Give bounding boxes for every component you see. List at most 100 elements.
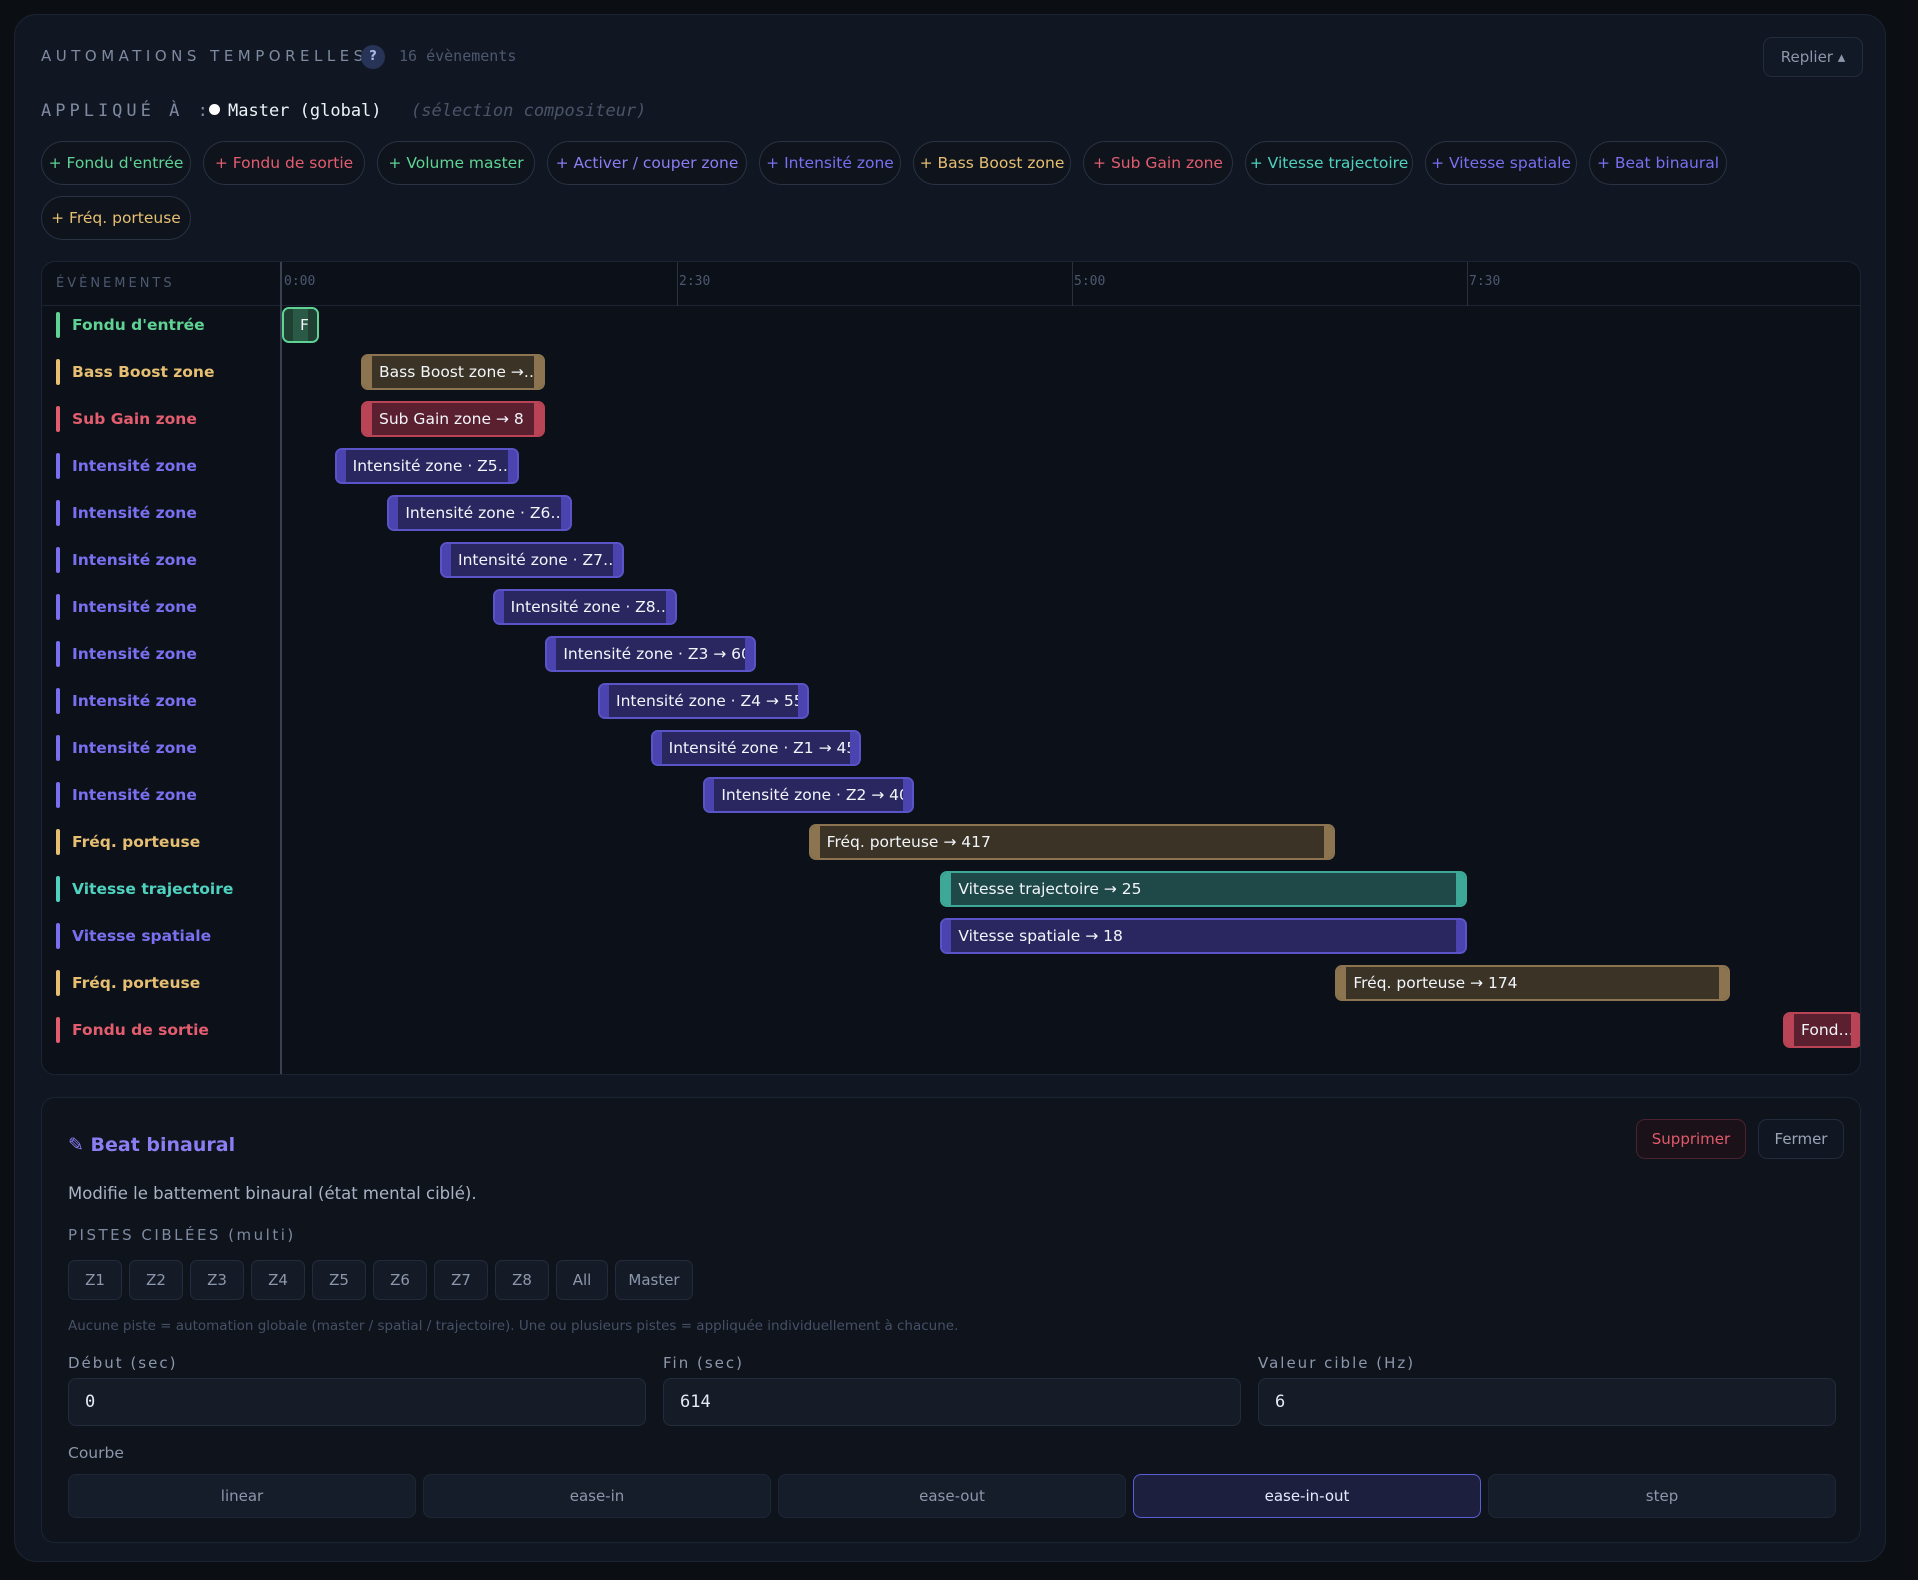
bar-start-handle[interactable]: [442, 544, 451, 576]
bar-end-handle[interactable]: [307, 309, 317, 341]
target-tracks-label: PISTES CIBLÉES (multi): [68, 1226, 296, 1244]
bar-start-handle[interactable]: [1337, 967, 1347, 999]
track-all-button[interactable]: All: [556, 1260, 608, 1300]
bar-end-handle[interactable]: [507, 450, 517, 482]
track-z3-button[interactable]: Z3: [190, 1260, 244, 1300]
track-z2-button[interactable]: Z2: [129, 1260, 183, 1300]
close-button[interactable]: Fermer: [1758, 1119, 1844, 1159]
collapse-button[interactable]: Replier ▴: [1763, 37, 1863, 77]
bar-end-handle[interactable]: [902, 779, 912, 811]
bar-start-handle[interactable]: [1785, 1014, 1794, 1046]
bar-end-handle[interactable]: [797, 685, 807, 717]
track-z4-button[interactable]: Z4: [251, 1260, 305, 1300]
bar-end-handle[interactable]: [534, 403, 544, 435]
target-value-input[interactable]: 6: [1258, 1378, 1836, 1426]
bar-end-handle[interactable]: [850, 732, 860, 764]
event-bar-label: Bass Boost zone → …: [379, 363, 545, 381]
automation-event-bar[interactable]: Sub Gain zone → 8: [361, 401, 546, 437]
automation-event-bar[interactable]: Intensité zone · Z1 → 45: [650, 730, 862, 766]
add-binaural-beat-button[interactable]: + Beat binaural: [1589, 141, 1727, 185]
add-zone-toggle-button[interactable]: + Activer / couper zone: [547, 141, 747, 185]
add-carrier-frequency-button[interactable]: + Fréq. porteuse: [41, 196, 191, 240]
lane-label: Bass Boost zone: [56, 359, 214, 385]
add-spatial-speed-button[interactable]: + Vitesse spatiale: [1425, 141, 1577, 185]
bar-start-handle[interactable]: [810, 826, 820, 858]
bar-start-handle[interactable]: [284, 309, 293, 341]
curve-ease-in-button[interactable]: ease-in: [423, 1474, 771, 1518]
bar-end-handle[interactable]: [1719, 967, 1729, 999]
add-sub-gain-button[interactable]: + Sub Gain zone: [1083, 141, 1233, 185]
automation-event-bar[interactable]: Vitesse spatiale → 18: [940, 918, 1467, 954]
timeline-divider: [280, 262, 282, 1074]
bar-end-handle[interactable]: [744, 638, 754, 670]
events-column-header: ÉVÈNEMENTS: [56, 276, 175, 291]
lane-color-stripe: [56, 735, 60, 761]
track-master-button[interactable]: Master: [615, 1260, 693, 1300]
automation-event-bar[interactable]: Intensité zone · Z2 → 40: [703, 777, 914, 813]
bar-start-handle[interactable]: [363, 356, 372, 388]
editor-title: ✎ Beat binaural: [68, 1134, 236, 1156]
bar-end-handle[interactable]: [1851, 1014, 1860, 1046]
automation-event-bar[interactable]: Fréq. porteuse → 417: [808, 824, 1336, 860]
lane-label-text: Fondu d'entrée: [72, 316, 205, 334]
bar-start-handle[interactable]: [652, 732, 662, 764]
bar-start-handle[interactable]: [600, 685, 609, 717]
delete-button[interactable]: Supprimer: [1636, 1119, 1746, 1159]
automation-event-bar[interactable]: Intensité zone · Z7 …: [440, 542, 625, 578]
bar-start-handle[interactable]: [705, 779, 715, 811]
add-bass-boost-button[interactable]: + Bass Boost zone: [913, 141, 1071, 185]
bar-end-handle[interactable]: [613, 544, 623, 576]
automation-event-bar[interactable]: Intensité zone · Z3 → 60: [545, 636, 756, 672]
curve-ease-in-out-button[interactable]: ease-in-out: [1133, 1474, 1481, 1518]
automation-event-bar[interactable]: Intensité zone · Z5 …: [334, 448, 519, 484]
curve-linear-button[interactable]: linear: [68, 1474, 416, 1518]
help-icon[interactable]: ?: [361, 45, 385, 69]
automation-event-bar[interactable]: Fréq. porteuse → 174: [1335, 965, 1731, 1001]
track-z7-button[interactable]: Z7: [434, 1260, 488, 1300]
automation-event-bar[interactable]: Fondu d'entrée: [282, 307, 319, 343]
automation-event-bar[interactable]: Bass Boost zone → …: [361, 354, 546, 390]
curve-step-button[interactable]: step: [1488, 1474, 1836, 1518]
event-editor: ✎ Beat binaural Supprimer Fermer Modifie…: [41, 1097, 1861, 1543]
event-bar-label: Vitesse spatiale → 18: [958, 927, 1123, 945]
bar-end-handle[interactable]: [1455, 920, 1465, 952]
automation-event-bar[interactable]: Intensité zone · Z8 …: [492, 589, 677, 625]
panel-title: AUTOMATIONS TEMPORELLES: [41, 47, 368, 65]
bar-end-handle[interactable]: [534, 356, 544, 388]
lane-color-stripe: [56, 782, 60, 808]
chip-label: + Activer / couper zone: [555, 154, 739, 172]
bar-start-handle[interactable]: [942, 873, 952, 905]
start-input[interactable]: 0: [68, 1378, 646, 1426]
add-fade-in-button[interactable]: + Fondu d'entrée: [41, 141, 191, 185]
track-z5-button[interactable]: Z5: [312, 1260, 366, 1300]
track-z1-button[interactable]: Z1: [68, 1260, 122, 1300]
bar-start-handle[interactable]: [942, 920, 952, 952]
chip-label: + Fondu d'entrée: [48, 154, 184, 172]
bar-end-handle[interactable]: [560, 497, 570, 529]
add-master-volume-button[interactable]: + Volume master: [377, 141, 535, 185]
event-bar-label: Intensité zone · Z5 …: [352, 457, 519, 475]
automation-event-bar[interactable]: Intensité zone · Z4 → 55: [598, 683, 809, 719]
track-z6-button[interactable]: Z6: [373, 1260, 427, 1300]
bar-end-handle[interactable]: [1455, 873, 1465, 905]
automation-event-bar[interactable]: Intensité zone · Z6 …: [387, 495, 572, 531]
event-bar-label: Fréq. porteuse → 417: [826, 833, 991, 851]
bar-start-handle[interactable]: [494, 591, 504, 623]
end-input[interactable]: 614: [663, 1378, 1241, 1426]
add-zone-intensity-button[interactable]: + Intensité zone: [759, 141, 901, 185]
applied-note: (sélection compositeur): [411, 101, 647, 121]
lane-label: Fondu de sortie: [56, 1017, 209, 1043]
automation-event-bar[interactable]: Fondu de sortie: [1783, 1012, 1860, 1048]
bar-start-handle[interactable]: [389, 497, 399, 529]
lane-label: Vitesse trajectoire: [56, 876, 233, 902]
add-fade-out-button[interactable]: + Fondu de sortie: [203, 141, 365, 185]
bar-end-handle[interactable]: [1324, 826, 1334, 858]
track-z8-button[interactable]: Z8: [495, 1260, 549, 1300]
bar-end-handle[interactable]: [665, 591, 675, 623]
add-trajectory-speed-button[interactable]: + Vitesse trajectoire: [1245, 141, 1413, 185]
automation-event-bar[interactable]: Vitesse trajectoire → 25: [940, 871, 1467, 907]
bar-start-handle[interactable]: [363, 403, 372, 435]
curve-ease-out-button[interactable]: ease-out: [778, 1474, 1126, 1518]
bar-start-handle[interactable]: [547, 638, 557, 670]
bar-start-handle[interactable]: [336, 450, 346, 482]
